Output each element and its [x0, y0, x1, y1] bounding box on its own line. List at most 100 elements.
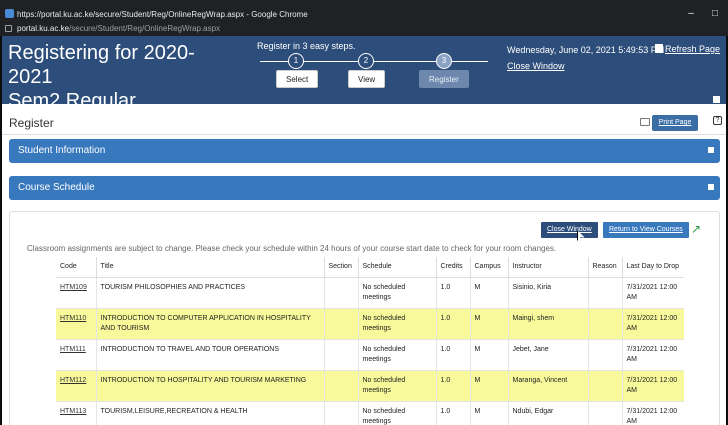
- course-credits: 1.0: [435, 277, 470, 309]
- table-row: HTM111 INTRODUCTION TO TRAVEL AND TOUR O…: [56, 339, 684, 371]
- refresh-label: Refresh Page: [665, 44, 721, 54]
- close-window-link[interactable]: Close Window: [507, 61, 565, 71]
- course-section: [323, 370, 358, 402]
- register-heading: Register: [9, 116, 54, 130]
- step-select-button[interactable]: Select: [276, 70, 319, 88]
- printer-icon[interactable]: [640, 118, 650, 126]
- course-instructor: Maingi, shem: [507, 308, 588, 340]
- current-datetime: Wednesday, June 02, 2021 5:49:53 PM: [507, 45, 665, 55]
- site-favicon-icon: [5, 9, 14, 18]
- course-credits: 1.0: [435, 339, 470, 371]
- course-code-link[interactable]: HTM113: [56, 401, 96, 425]
- course-title: TOURISM,LEISURE,RECREATION & HEALTH: [95, 401, 324, 425]
- course-credits: 1.0: [435, 401, 470, 425]
- refresh-page-link[interactable]: Refresh Page: [655, 44, 720, 54]
- step-2-indicator: 2: [358, 53, 374, 69]
- table-row: HTM113 TOURISM,LEISURE,RECREATION & HEAL…: [56, 401, 684, 425]
- course-credits: 1.0: [435, 370, 470, 402]
- course-reason: [587, 308, 622, 340]
- course-reason: [587, 401, 622, 425]
- address-bar[interactable]: portal.ku.ac.ke/secure/Student/Reg/Onlin…: [0, 22, 728, 36]
- export-icon[interactable]: ↗: [691, 222, 705, 236]
- course-instructor: Ndubi, Edgar: [507, 401, 588, 425]
- table-row: HTM110 INTRODUCTION TO COMPUTER APPLICAT…: [56, 308, 684, 340]
- refresh-icon: [655, 44, 663, 53]
- course-code-link[interactable]: HTM111: [56, 339, 96, 371]
- course-reason: [587, 370, 622, 402]
- title-line-1: Registering for 2020-2021: [8, 42, 195, 88]
- table-header-row: Code Title Section Schedule Credits Camp…: [56, 257, 684, 278]
- url-path: /secure/Student/Reg/OnlineRegWrap.aspx: [69, 24, 221, 33]
- steps-caption: Register in 3 easy steps.: [257, 41, 356, 51]
- course-campus: M: [469, 277, 508, 309]
- minimize-icon[interactable]: –: [683, 6, 699, 22]
- column-header-schedule[interactable]: Schedule: [357, 257, 436, 278]
- course-schedule: No scheduled meetings: [357, 277, 436, 309]
- course-last-day: 7/31/2021 12:00 AM: [621, 339, 684, 371]
- course-title: INTRODUCTION TO HOSPITALITY AND TOURISM …: [95, 370, 324, 402]
- student-information-label: Student Information: [18, 145, 106, 156]
- collapse-icon[interactable]: [708, 184, 714, 190]
- column-header-instructor[interactable]: Instructor: [507, 257, 588, 278]
- maximize-icon[interactable]: □: [707, 6, 723, 22]
- address-text[interactable]: portal.ku.ac.ke/secure/Student/Reg/Onlin…: [17, 24, 220, 33]
- step-register-button[interactable]: Register: [419, 70, 469, 88]
- course-instructor: Maranga, Vincent: [507, 370, 588, 402]
- column-header-code[interactable]: Code: [56, 257, 96, 278]
- course-title: INTRODUCTION TO COMPUTER APPLICATION IN …: [95, 308, 324, 340]
- course-campus: M: [469, 308, 508, 340]
- step-view-button[interactable]: View: [348, 70, 386, 88]
- close-window-button[interactable]: Close Window: [541, 222, 598, 238]
- course-last-day: 7/31/2021 12:00 AM: [621, 401, 684, 425]
- course-title: INTRODUCTION TO TRAVEL AND TOUR OPERATIO…: [95, 339, 324, 371]
- course-schedule-section[interactable]: Course Schedule: [9, 176, 720, 200]
- expand-icon[interactable]: [708, 147, 714, 153]
- course-code-link[interactable]: HTM109: [56, 277, 96, 309]
- help-icon[interactable]: ?: [713, 116, 722, 125]
- course-title: TOURISM PHILOSOPHIES AND PRACTICES: [95, 277, 324, 309]
- return-to-view-courses-button[interactable]: Return to View Courses: [603, 222, 689, 238]
- course-schedule: No scheduled meetings: [357, 401, 436, 425]
- table-row: HTM112 INTRODUCTION TO HOSPITALITY AND T…: [56, 370, 684, 402]
- column-header-credits[interactable]: Credits: [435, 257, 470, 278]
- column-header-title[interactable]: Title: [95, 257, 324, 278]
- column-header-campus[interactable]: Campus: [469, 257, 508, 278]
- header-collapse-icon[interactable]: [713, 96, 720, 103]
- course-table: Code Title Section Schedule Credits Camp…: [56, 257, 684, 425]
- lock-icon: [5, 25, 12, 32]
- course-last-day: 7/31/2021 12:00 AM: [621, 308, 684, 340]
- step-3-indicator: 3: [436, 53, 452, 69]
- course-section: [323, 308, 358, 340]
- course-last-day: 7/31/2021 12:00 AM: [621, 370, 684, 402]
- classroom-notice: Classroom assignments are subject to cha…: [27, 244, 557, 253]
- course-campus: M: [469, 401, 508, 425]
- page-content: Registering for 2020-2021 Sem2 Regular R…: [2, 36, 726, 425]
- course-section: [323, 339, 358, 371]
- course-schedule-label: Course Schedule: [18, 182, 95, 193]
- course-reason: [587, 277, 622, 309]
- column-header-section[interactable]: Section: [323, 257, 358, 278]
- course-instructor: Jebet, Jane: [507, 339, 588, 371]
- column-header-reason[interactable]: Reason: [587, 257, 622, 278]
- divider: [2, 134, 726, 135]
- course-schedule: No scheduled meetings: [357, 370, 436, 402]
- course-section: [323, 277, 358, 309]
- course-code-link[interactable]: HTM110: [56, 308, 96, 340]
- title-line-2: Sem2 Regular: [8, 90, 136, 112]
- course-credits: 1.0: [435, 308, 470, 340]
- table-row: HTM109 TOURISM PHILOSOPHIES AND PRACTICE…: [56, 277, 684, 309]
- course-schedule-panel: Close Window Return to View Courses ↗ Cl…: [9, 211, 720, 425]
- course-schedule: No scheduled meetings: [357, 339, 436, 371]
- course-schedule: No scheduled meetings: [357, 308, 436, 340]
- course-section: [323, 401, 358, 425]
- course-instructor: Sisinio, Kiria: [507, 277, 588, 309]
- course-code-link[interactable]: HTM112: [56, 370, 96, 402]
- step-1-indicator: 1: [288, 53, 304, 69]
- course-campus: M: [469, 370, 508, 402]
- url-host: portal.ku.ac.ke: [17, 24, 70, 33]
- student-information-section[interactable]: Student Information: [9, 139, 720, 163]
- page-title: Registering for 2020-2021 Sem2 Regular: [8, 41, 228, 113]
- column-header-last-day[interactable]: Last Day to Drop: [621, 257, 684, 278]
- print-page-button[interactable]: Print Page: [652, 115, 698, 131]
- window-title: https://portal.ku.ac.ke/secure/Student/R…: [17, 10, 308, 19]
